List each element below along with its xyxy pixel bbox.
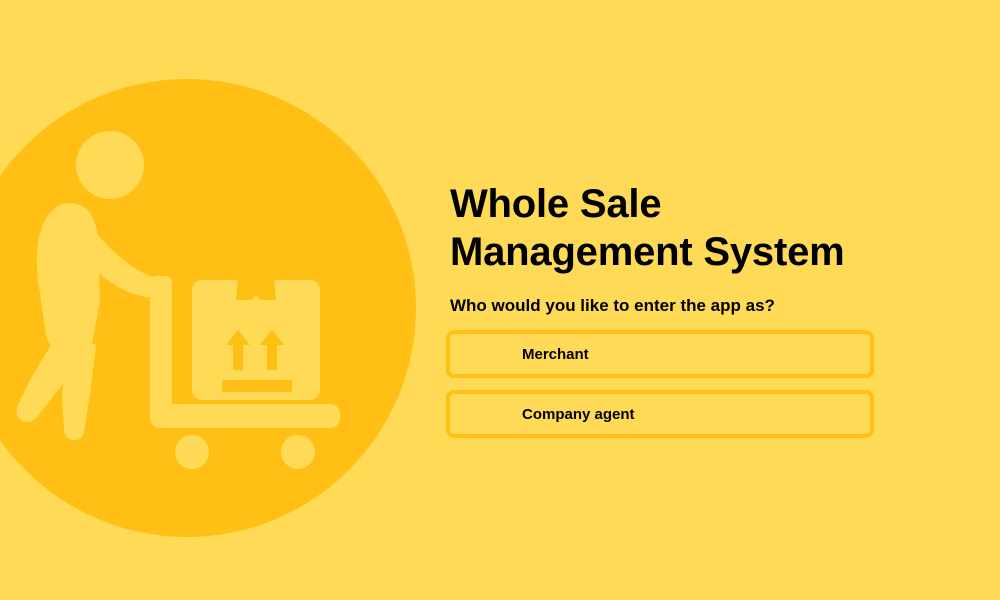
app-title: Whole Sale Management System — [446, 180, 876, 276]
merchant-button-label: Merchant — [522, 345, 589, 363]
merchant-button[interactable]: Merchant — [446, 330, 874, 378]
app-title-line-1: Whole Sale — [450, 182, 662, 226]
app-title-line-2: Management System — [450, 230, 845, 274]
role-selection-panel: Whole Sale Management System Who would y… — [446, 180, 876, 438]
role-prompt: Who would you like to enter the app as? — [450, 296, 775, 315]
worker-head-icon — [76, 131, 144, 199]
company-agent-button[interactable]: Company agent — [446, 390, 874, 438]
company-agent-button-label: Company agent — [522, 405, 635, 423]
